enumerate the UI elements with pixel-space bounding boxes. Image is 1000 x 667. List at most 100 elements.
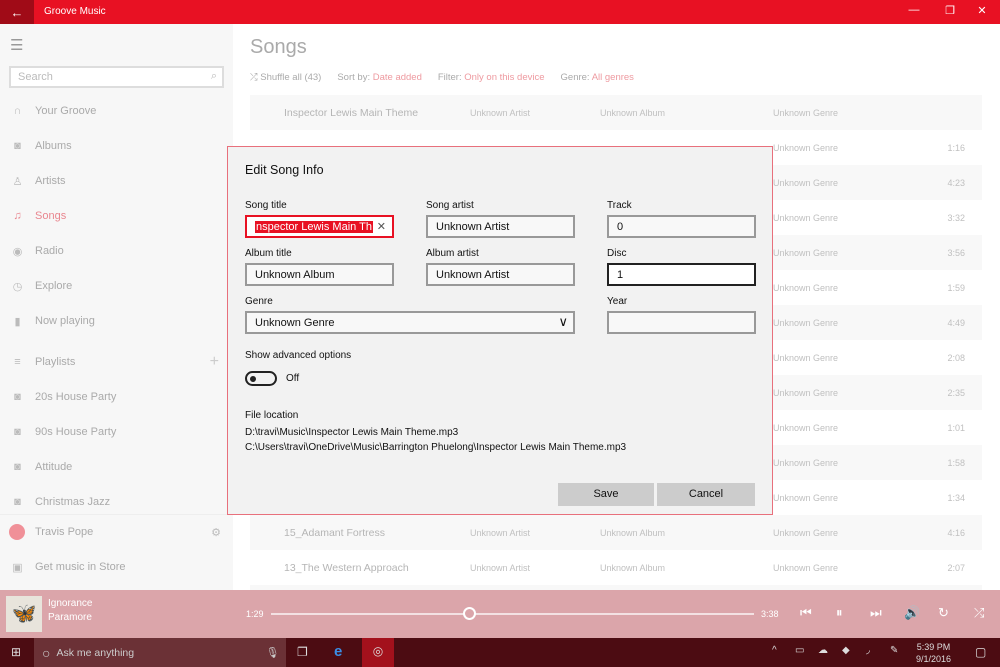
search-icon[interactable]: ⌕ bbox=[211, 70, 217, 83]
table-row[interactable]: Inspector Lewis Main Theme Unknown Artist… bbox=[250, 95, 982, 130]
filter[interactable]: Filter: Only on this device bbox=[438, 72, 545, 83]
track-field[interactable]: 0 bbox=[607, 215, 756, 238]
song-genre: Unknown Genre bbox=[773, 108, 839, 118]
onedrive-icon[interactable]: ☁ bbox=[818, 645, 828, 656]
playlist-item[interactable]: ◙ 90s House Party bbox=[0, 420, 233, 444]
sidebar-item-label: Explore bbox=[35, 280, 73, 292]
shuffle-icon: ⤮ bbox=[250, 72, 261, 83]
volume-icon[interactable]: 🔊 bbox=[904, 605, 920, 621]
song-title-field[interactable]: nspector Lewis Main Th ✕ bbox=[245, 215, 394, 238]
filter-label: Filter: bbox=[437, 72, 462, 83]
song-duration: 3:32 bbox=[947, 213, 965, 223]
search-input[interactable]: Search ⌕ bbox=[9, 66, 224, 88]
sidebar-item-label: Radio bbox=[35, 245, 64, 257]
sort-by[interactable]: Sort by: Date added bbox=[337, 72, 422, 83]
sidebar-item-radio[interactable]: ◉ Radio bbox=[0, 239, 233, 263]
gear-icon[interactable]: ⚙ bbox=[211, 526, 221, 539]
genre-filter[interactable]: Genre: All genres bbox=[561, 72, 634, 83]
year-field[interactable] bbox=[607, 311, 756, 334]
save-button[interactable]: Save bbox=[558, 483, 654, 506]
playlist-item[interactable]: ◙ Christmas Jazz bbox=[0, 490, 233, 514]
edge-icon[interactable]: e bbox=[334, 643, 342, 660]
repeat-icon[interactable]: ↻ bbox=[938, 605, 949, 621]
shuffle-icon[interactable]: ⤮ bbox=[974, 605, 984, 621]
hamburger-menu-icon[interactable]: ☰ bbox=[10, 36, 23, 54]
playlist-item[interactable]: ◙ 20s House Party bbox=[0, 385, 233, 409]
advanced-options-toggle[interactable] bbox=[245, 371, 277, 386]
song-artist-field[interactable]: Unknown Artist bbox=[426, 215, 575, 238]
headphones-icon: ∩ bbox=[13, 105, 22, 117]
groove-music-taskbar-icon[interactable]: ◎ bbox=[362, 638, 394, 667]
song-duration: 1:34 bbox=[947, 493, 965, 503]
sidebar: ☰ Search ⌕ ∩ Your Groove ◙ Albums ♙ Artists ♫ So… bbox=[0, 24, 233, 590]
toggle-state: Off bbox=[286, 373, 300, 384]
playlist-icon: ◙ bbox=[14, 461, 21, 473]
playlist-item[interactable]: ◙ Attitude bbox=[0, 455, 233, 479]
album-title-field[interactable]: Unknown Album bbox=[245, 263, 394, 286]
table-row[interactable]: 15_Adamant Fortress Unknown Artist Unknown… bbox=[250, 515, 982, 550]
clear-icon[interactable]: ✕ bbox=[377, 220, 386, 233]
back-button[interactable]: ← bbox=[0, 0, 34, 24]
pause-icon[interactable]: ⏸ bbox=[836, 605, 843, 621]
song-album: Unknown Album bbox=[600, 563, 666, 573]
pen-icon[interactable]: ✎ bbox=[890, 645, 898, 656]
security-icon[interactable]: ◆ bbox=[842, 645, 850, 656]
time: 5:39 PM bbox=[916, 642, 951, 652]
close-button[interactable]: ✕ bbox=[972, 4, 992, 17]
song-genre: Unknown Genre bbox=[773, 493, 839, 503]
table-row[interactable]: 13_The Western Approach Unknown Artist Unk… bbox=[250, 550, 982, 585]
song-genre: Unknown Genre bbox=[773, 213, 839, 223]
action-center-icon[interactable]: ▢ bbox=[975, 645, 986, 659]
sort-label: Sort by: bbox=[337, 72, 371, 83]
task-view-icon[interactable]: ❐ bbox=[297, 645, 308, 659]
add-playlist-button[interactable]: + bbox=[210, 353, 219, 371]
year-label: Year bbox=[607, 296, 628, 307]
wifi-icon[interactable]: ◞ bbox=[866, 645, 870, 656]
get-music-in-store[interactable]: ▣ Get music in Store bbox=[0, 555, 233, 579]
battery-icon[interactable]: ▭ bbox=[795, 645, 804, 656]
disc-field[interactable]: 1 bbox=[607, 263, 756, 286]
album-art[interactable]: 🦋 bbox=[6, 596, 42, 632]
cancel-button[interactable]: Cancel bbox=[657, 483, 755, 506]
shuffle-all-button[interactable]: ⤮ Shuffle all (43) bbox=[250, 72, 321, 83]
person-icon: ♙ bbox=[12, 175, 23, 188]
cortana-icon: ○ bbox=[42, 644, 51, 661]
seek-handle[interactable] bbox=[463, 607, 477, 620]
song-artist: Unknown Artist bbox=[470, 563, 531, 573]
artist-name[interactable]: Paramore bbox=[48, 612, 92, 623]
search-placeholder: Search bbox=[18, 71, 53, 83]
sidebar-item-songs[interactable]: ♫ Songs bbox=[0, 204, 233, 228]
user-profile[interactable]: Travis Pope ⚙ bbox=[0, 520, 233, 544]
previous-icon[interactable]: ⏮ bbox=[800, 605, 812, 621]
song-artist: Unknown Artist bbox=[470, 108, 531, 118]
sidebar-item-your-groove[interactable]: ∩ Your Groove bbox=[0, 99, 233, 123]
minimize-button[interactable]: — bbox=[904, 4, 924, 16]
chevron-up-icon[interactable]: ^ bbox=[772, 645, 777, 656]
seek-slider[interactable] bbox=[271, 607, 754, 620]
microphone-icon[interactable]: 🎙 bbox=[266, 646, 279, 659]
chevron-down-icon: ∨ bbox=[558, 314, 568, 329]
sidebar-item-explore[interactable]: ◷ Explore bbox=[0, 274, 233, 298]
song-genre: Unknown Genre bbox=[773, 248, 839, 258]
next-icon[interactable]: ⏭ bbox=[870, 605, 882, 621]
sidebar-item-artists[interactable]: ♙ Artists bbox=[0, 169, 233, 193]
radio-icon: ◉ bbox=[12, 245, 23, 258]
sidebar-item-now-playing[interactable]: ▮ Now playing bbox=[0, 309, 233, 333]
album-title-label: Album title bbox=[245, 248, 292, 259]
album-artist-field[interactable]: Unknown Artist bbox=[426, 263, 575, 286]
clock[interactable]: 5:39 PM 9/1/2016 bbox=[916, 641, 951, 665]
windows-start-icon[interactable]: ⊞ bbox=[11, 645, 21, 659]
genre-dropdown[interactable]: Unknown Genre ∨ bbox=[245, 311, 575, 334]
now-playing-bar: 🦋 Ignorance Paramore 1:29 3:38 ⏮ ⏸ ⏭ 🔊 ↻… bbox=[0, 590, 1000, 638]
playlist-label: Christmas Jazz bbox=[35, 496, 111, 508]
store-icon: ▣ bbox=[12, 561, 23, 574]
restore-button[interactable]: ❐ bbox=[940, 4, 960, 17]
sidebar-item-label: Songs bbox=[35, 210, 67, 222]
sidebar-item-playlists[interactable]: ≡ Playlists + bbox=[0, 350, 233, 374]
filter-value: Only on this device bbox=[464, 72, 545, 83]
song-duration: 2:08 bbox=[947, 353, 965, 363]
song-name[interactable]: Ignorance bbox=[48, 598, 92, 609]
cortana-search[interactable]: ○ Ask me anything 🎙 bbox=[34, 638, 286, 667]
sidebar-item-albums[interactable]: ◙ Albums bbox=[0, 134, 233, 158]
playlist-label: 90s House Party bbox=[35, 426, 117, 438]
